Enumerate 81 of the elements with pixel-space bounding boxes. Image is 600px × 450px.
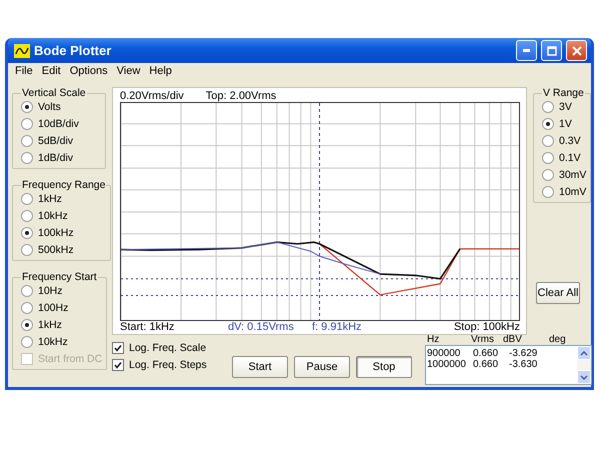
option-label: 10dB/div — [38, 118, 79, 130]
group-title: Frequency Range — [21, 179, 106, 191]
group-title: V Range — [542, 87, 585, 99]
option-label: 1V — [559, 118, 572, 130]
group-title: Vertical Scale — [21, 87, 87, 99]
radio-button[interactable] — [542, 101, 554, 113]
radio-button[interactable] — [21, 118, 33, 130]
scale-label: 0.20Vrms/div — [120, 90, 184, 102]
table-cell-text: 1000000 — [427, 359, 467, 370]
window-title: Bode Plotter — [34, 43, 112, 58]
radio-button[interactable] — [542, 169, 554, 181]
checkmark-icon — [114, 344, 122, 352]
radio-button[interactable] — [21, 302, 33, 314]
radio-button[interactable] — [21, 319, 33, 331]
option-label: 10mV — [559, 186, 586, 198]
table-cell-text: 900000 — [427, 348, 462, 359]
control-button[interactable]: Start — [232, 356, 288, 378]
control-button[interactable]: Stop — [356, 356, 412, 378]
table-cell-text: -3.629 — [509, 348, 538, 359]
option-label: 1kHz — [38, 193, 62, 205]
maximize-icon — [546, 46, 556, 56]
radio-button[interactable] — [21, 285, 33, 297]
menu-item[interactable]: View — [112, 65, 144, 79]
checkbox[interactable] — [112, 359, 124, 371]
radio-button[interactable] — [21, 152, 33, 164]
option-label: 0.1V — [559, 152, 581, 164]
column-header: Hz — [427, 334, 440, 345]
menu-item[interactable]: Help — [145, 65, 176, 79]
cursor-frequency-label: f: 9.91kHz — [312, 321, 362, 333]
group-title: Frequency Start — [21, 271, 98, 283]
option-label: Log. Freq. Steps — [129, 359, 207, 371]
option-label: 10kHz — [38, 336, 68, 348]
menu-item[interactable]: File — [11, 65, 37, 79]
radio-button[interactable] — [21, 227, 33, 239]
option-label: 10kHz — [38, 210, 68, 222]
radio-button[interactable] — [21, 244, 33, 256]
checkmark-icon — [114, 361, 122, 369]
option-label: 100kHz — [38, 227, 74, 239]
option-label: 1dB/div — [38, 152, 74, 164]
table-cell-text: 0.660 — [473, 348, 500, 359]
option-label: 5dB/div — [38, 135, 74, 147]
column-header: deg — [549, 334, 567, 345]
minimize-icon — [523, 49, 530, 52]
radio-button[interactable] — [21, 210, 33, 222]
option-label: 100Hz — [38, 302, 68, 314]
radio-button[interactable] — [21, 336, 33, 348]
menu-item[interactable]: Edit — [38, 65, 65, 79]
option-label: 30mV — [559, 169, 586, 181]
table-cell-text: -3.630 — [509, 359, 538, 370]
maximize-button[interactable] — [541, 40, 562, 61]
radio-button[interactable] — [21, 101, 33, 113]
option-label: 3V — [559, 101, 572, 113]
checkbox[interactable] — [112, 342, 124, 354]
option-label: Log. Freq. Scale — [129, 342, 206, 354]
menu-item[interactable]: Options — [66, 65, 112, 79]
option-label: 0.3V — [559, 135, 581, 147]
stop-frequency-label: Stop: 100kHz — [454, 321, 520, 333]
minimize-button[interactable] — [516, 40, 537, 61]
column-header: dBV — [503, 334, 523, 345]
delta-voltage-label: dV: 0.15Vrms — [228, 321, 295, 333]
table-cell-text: 0.660 — [473, 359, 500, 370]
option-label: 1kHz — [38, 319, 62, 331]
start-frequency-label: Start: 1kHz — [120, 321, 176, 333]
scrollbar[interactable] — [577, 346, 591, 384]
app-logo-icon — [14, 44, 30, 58]
option-label: 500kHz — [38, 244, 74, 256]
option-label: 10Hz — [38, 285, 63, 297]
radio-button[interactable] — [21, 193, 33, 205]
close-icon — [572, 46, 582, 56]
top-label: Top: 2.00Vrms — [206, 90, 276, 102]
radio-button[interactable] — [542, 186, 554, 198]
column-header: Vrms — [471, 334, 495, 345]
close-button[interactable] — [566, 40, 587, 61]
clear-all-button[interactable]: Clear All — [536, 282, 580, 304]
radio-button[interactable] — [542, 135, 554, 147]
option-label: Volts — [38, 101, 61, 113]
radio-button[interactable] — [542, 152, 554, 164]
control-button[interactable]: Pause — [294, 356, 350, 378]
option-label: Start from DC — [38, 353, 102, 365]
radio-button[interactable] — [21, 135, 33, 147]
radio-button[interactable] — [542, 118, 554, 130]
